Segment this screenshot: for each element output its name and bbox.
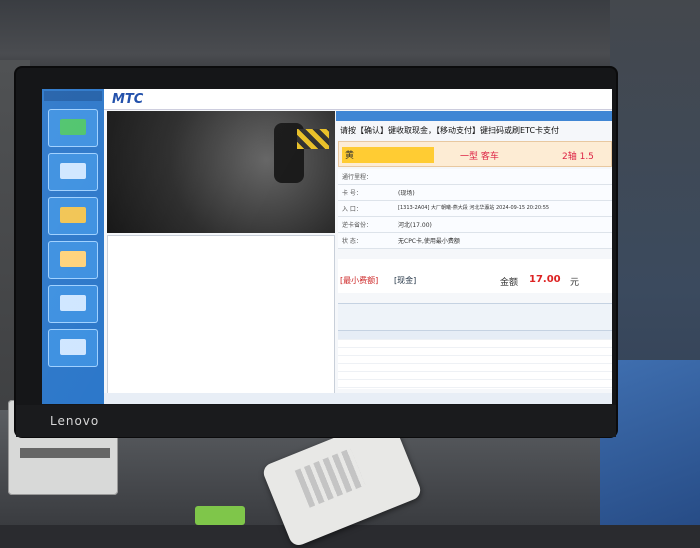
monitor-brand: Lenovo [50, 414, 100, 428]
field-label: 逆卡省份： [342, 222, 373, 229]
operation-header [336, 111, 612, 121]
history-table [338, 331, 612, 389]
printer-slot [20, 448, 110, 458]
field-value: (现场) [398, 190, 415, 197]
field-value: 河北(17.00) [398, 222, 432, 229]
amount-value: 17.00 [529, 274, 561, 285]
field-label: 状 态： [342, 238, 362, 245]
field-row-mileage: 通行里程： [338, 169, 612, 185]
field-label: 通行里程： [342, 174, 373, 181]
event-log [107, 235, 335, 401]
field-row-province: 逆卡省份： 河北(17.00) [338, 217, 612, 233]
amount-label: 金额 [500, 278, 519, 288]
vehicle-class: 一型 客车 [460, 152, 499, 162]
amount-unit: 元 [570, 278, 580, 288]
field-row-status: 状 态： 无CPC卡,使用最小费额 [338, 233, 612, 249]
app-window: MTC 请按【确认】键收取现金，【移动支付】键扫码或刷ETC卡支付 黄 一型 客… [42, 89, 612, 404]
plate-redacted [342, 147, 434, 163]
payment-method: [现金] [394, 276, 417, 285]
field-row-entry: 入 口： [1313-2A04] 大厂朝曦-燕大段 河北华瀛站 2024-09-… [338, 201, 612, 217]
table-row [338, 379, 612, 388]
monitor-bezel-bottom [16, 405, 616, 437]
axle-count: 2轴 1.5 [562, 152, 594, 162]
field-label: 入 口： [342, 206, 362, 213]
plate-prefix: 黄 [345, 151, 355, 161]
fee-type: [最小费额] [340, 276, 379, 285]
app-logo: MTC [112, 92, 144, 107]
field-value: [1313-2A04] 大厂朝曦-燕大段 河北华瀛站 2024-09-15 20… [398, 205, 550, 211]
camera-barrier [297, 129, 329, 149]
field-label: 卡 号： [342, 190, 362, 197]
green-tag [195, 506, 245, 525]
status-bar [104, 393, 612, 404]
route-strip [338, 303, 612, 331]
header-bar [104, 89, 612, 110]
field-value: 无CPC卡,使用最小费额 [398, 238, 460, 245]
operator-prompt: 请按【确认】键收取现金，【移动支付】键扫码或刷ETC卡支付 [340, 126, 560, 135]
field-row-card: 卡 号： (现场) [338, 185, 612, 201]
